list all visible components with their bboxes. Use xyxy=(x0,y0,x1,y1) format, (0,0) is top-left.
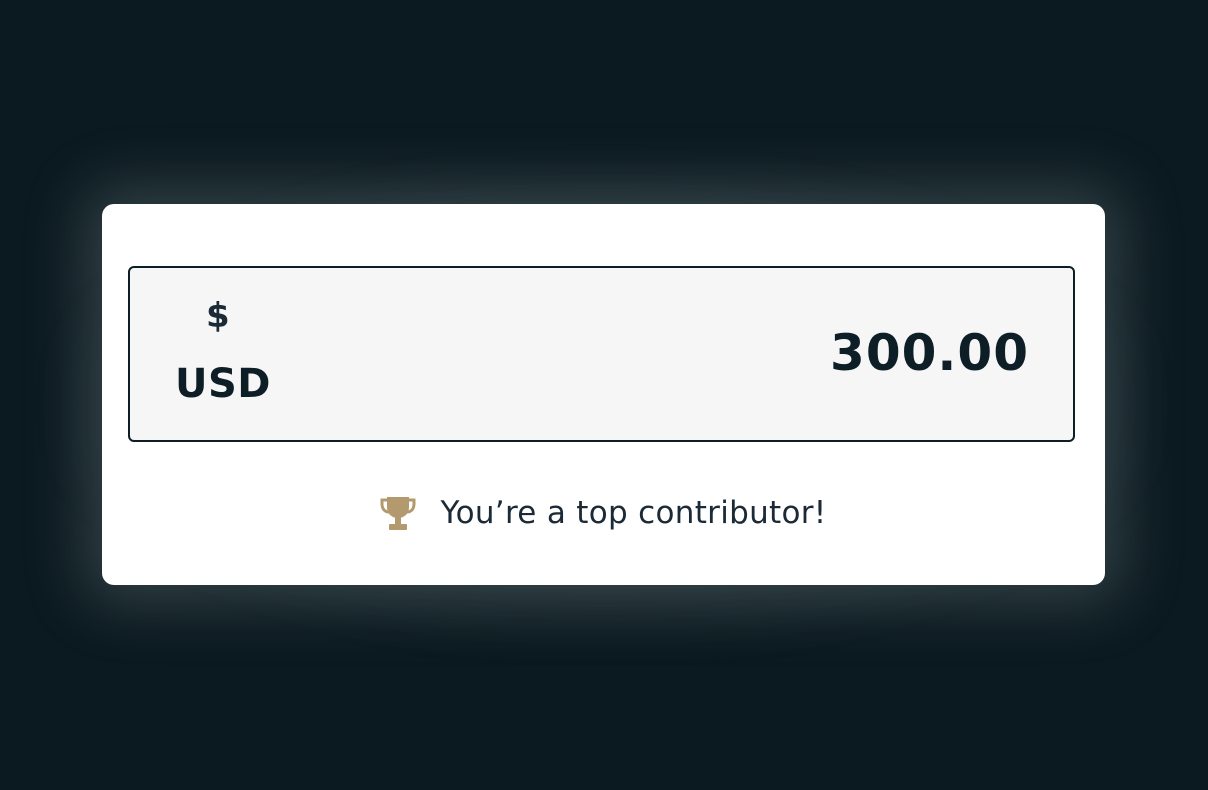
currency-code[interactable]: USD xyxy=(175,361,271,407)
amount-input[interactable]: $ USD 300.00 xyxy=(128,266,1075,442)
trophy-icon xyxy=(380,493,416,533)
amount-value[interactable]: 300.00 xyxy=(830,324,1029,382)
top-contributor-badge: You’re a top contributor! xyxy=(102,491,1105,535)
top-contributor-text: You’re a top contributor! xyxy=(440,495,827,531)
contribution-card: $ USD 300.00 You’re a top contributor! xyxy=(102,204,1105,585)
currency-symbol: $ xyxy=(206,296,230,336)
